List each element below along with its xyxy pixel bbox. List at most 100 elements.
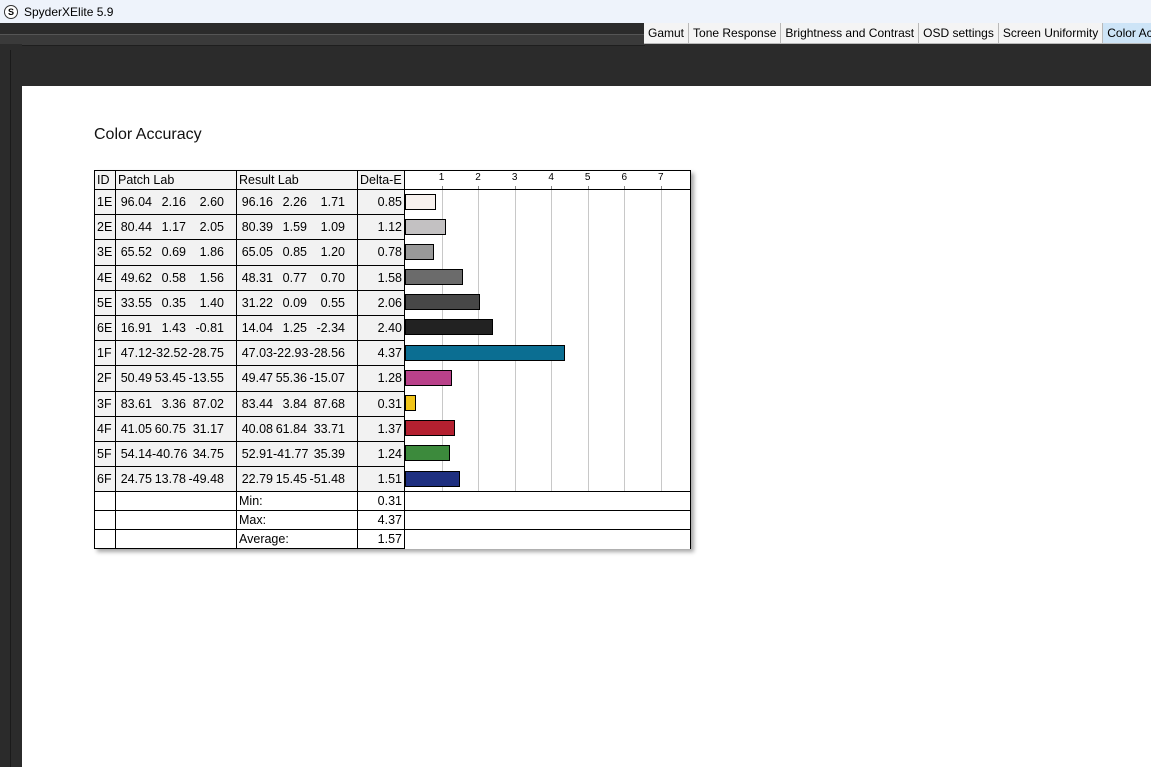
result-lab-value: 1.71 — [320, 195, 345, 210]
header-delta-e: Delta-E — [357, 170, 405, 190]
delta-e-bar — [405, 420, 456, 437]
patch-id: 1F — [94, 340, 116, 367]
gridline — [624, 416, 626, 442]
patch-lab-value: -32.52 — [152, 346, 188, 361]
gridline — [587, 239, 589, 266]
result-lab-value: 55.36 — [275, 371, 307, 386]
gridline — [587, 265, 589, 291]
result-lab-value: -28.56 — [309, 346, 345, 361]
gridline — [624, 290, 626, 316]
patch-id: 2E — [94, 214, 116, 241]
toolbar-strip — [0, 34, 645, 46]
tab-brightness-contrast[interactable]: Brightness and Contrast — [781, 23, 920, 44]
tab-osd-settings[interactable]: OSD settings — [919, 23, 999, 44]
gridline — [441, 391, 443, 417]
patch-lab-value: 47.12 — [120, 346, 152, 361]
tab-screen-uniformity[interactable]: Screen Uniformity — [998, 23, 1104, 44]
bar-cell — [404, 365, 691, 391]
gridline — [624, 239, 626, 266]
patch-lab-value: 54.14 — [120, 446, 152, 461]
gridline — [478, 441, 480, 467]
app-logo-icon: S — [4, 4, 18, 19]
gridline — [587, 340, 589, 366]
gridline — [660, 290, 662, 316]
result-lab-value: 1.25 — [282, 321, 307, 336]
gridline — [551, 416, 553, 442]
table-header-row: ID Patch Lab Result Lab Delta-E 1 2 3 4 5 6 7 — [94, 170, 691, 190]
patch-lab-value: -49.48 — [188, 472, 224, 487]
summary-blank — [115, 529, 237, 550]
table-row: 5E 33.55 0.35 1.40 31.22 0.09 0.55 2.06 — [94, 289, 691, 316]
delta-e-bar — [405, 470, 461, 487]
patch-lab-value: 1.56 — [199, 270, 224, 285]
delta-e-bar — [405, 344, 565, 361]
header-id: ID — [94, 170, 116, 190]
patch-lab-value: -28.75 — [188, 346, 224, 361]
gridline — [514, 391, 516, 417]
color-accuracy-table: ID Patch Lab Result Lab Delta-E 1234567 … — [94, 170, 691, 550]
patch-id: 5E — [94, 289, 116, 316]
gridline — [514, 265, 516, 291]
gridline — [660, 315, 662, 341]
result-lab-cell: 40.08 61.84 33.71 — [236, 415, 358, 442]
table-row: 6E 16.91 1.43 -0.81 14.04 1.25 -2.34 2.40 — [94, 314, 691, 342]
left-gutter — [0, 44, 22, 767]
table-row: 3F 83.61 3.36 87.02 83.44 3.84 87.68 0.31 — [94, 390, 691, 417]
x-tick-label: 6 — [621, 172, 627, 183]
tab-tone-response[interactable]: Tone Response — [689, 23, 782, 44]
patch-lab-cell: 50.49 53.45 -13.55 — [115, 365, 237, 392]
gridline — [551, 365, 553, 391]
result-lab-cell: 14.04 1.25 -2.34 — [236, 314, 358, 342]
gridline — [587, 365, 589, 391]
delta-e-bar — [405, 445, 451, 462]
summary-label: Average: — [236, 529, 358, 550]
gridline — [624, 391, 626, 417]
x-tick-label: 4 — [548, 172, 554, 183]
result-lab-value: 0.85 — [282, 245, 307, 260]
gridline — [551, 190, 553, 215]
bar-cell — [404, 189, 691, 215]
summary-blank — [94, 510, 116, 531]
table-row: 3E 65.52 0.69 1.86 65.05 0.85 1.20 0.78 — [94, 239, 691, 266]
gridline — [660, 214, 662, 240]
gridline — [660, 190, 662, 215]
patch-lab-value: 53.45 — [154, 371, 186, 386]
gridline — [660, 340, 662, 366]
gridline — [514, 365, 516, 391]
result-lab-value: 14.04 — [241, 321, 273, 336]
result-lab-value: 80.39 — [241, 220, 273, 235]
delta-e-value: 2.40 — [357, 314, 405, 342]
result-lab-value: 3.84 — [282, 396, 307, 411]
patch-lab-cell: 96.04 2.16 2.60 — [115, 188, 237, 216]
patch-id: 3E — [94, 239, 116, 266]
gridline — [478, 214, 480, 240]
table-row: 4E 49.62 0.58 1.56 48.31 0.77 0.70 1.58 — [94, 264, 691, 291]
gridline — [587, 214, 589, 240]
patch-lab-value: 1.40 — [199, 295, 224, 310]
summary-label: Min: — [236, 491, 358, 512]
result-lab-value: 47.03 — [241, 346, 273, 361]
gridline — [624, 466, 626, 492]
gridline — [514, 315, 516, 341]
patch-id: 2F — [94, 365, 116, 392]
gridline — [660, 265, 662, 291]
gridline — [587, 416, 589, 442]
patch-id: 1E — [94, 188, 116, 216]
tab-gamut[interactable]: Gamut — [644, 23, 690, 44]
result-lab-value: 65.05 — [241, 245, 273, 260]
table-row: 5F 54.14-40.76 34.75 52.91-41.77 35.39 1.24 — [94, 440, 691, 468]
bar-cell — [404, 214, 691, 240]
result-lab-cell: 31.22 0.09 0.55 — [236, 289, 358, 316]
patch-lab-value: 41.05 — [120, 421, 152, 436]
gridline — [514, 239, 516, 266]
gridline — [478, 416, 480, 442]
patch-lab-value: 2.60 — [199, 195, 224, 210]
result-lab-value: 33.71 — [313, 421, 345, 436]
result-lab-value: 52.91 — [241, 446, 273, 461]
summary-row: Max: 4.37 — [94, 510, 691, 531]
gridline — [478, 265, 480, 291]
gridline — [624, 441, 626, 467]
header-patch-lab: Patch Lab — [115, 170, 237, 190]
gridline — [660, 365, 662, 391]
tab-color-accuracy[interactable]: Color Acc — [1103, 23, 1151, 44]
